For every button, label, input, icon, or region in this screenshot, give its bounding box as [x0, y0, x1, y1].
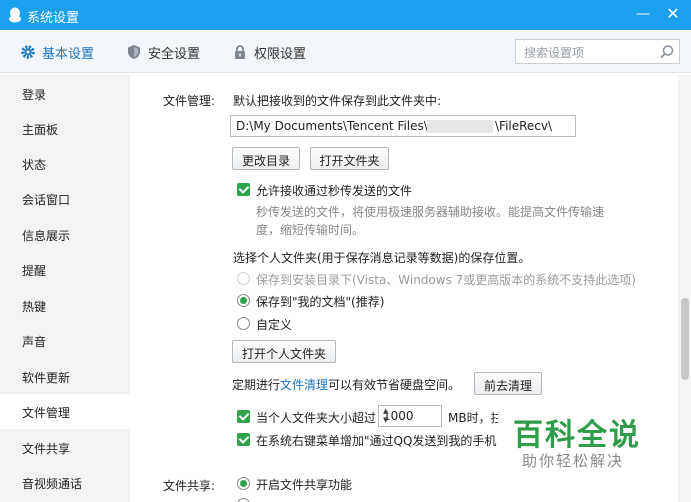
allow-flash-transfer-checkbox[interactable]: [237, 183, 250, 196]
cleanup-prefix: 定期进行: [232, 378, 281, 392]
file-cleanup-link[interactable]: 文件清理: [280, 378, 328, 392]
go-cleanup-button[interactable]: 前去清理: [474, 372, 542, 395]
sidebar-item-av-calls[interactable]: 音视频通话: [0, 465, 130, 500]
radio-custom-label: 自定义: [256, 318, 293, 332]
open-folder-button[interactable]: 打开文件夹: [310, 147, 389, 170]
qq-penguin-icon: [9, 7, 21, 23]
tab-label: 基本设置: [42, 47, 95, 62]
button-label: 打开个人文件夹: [241, 347, 326, 361]
stepper-up-icon[interactable]: ▲: [383, 407, 438, 415]
window-title: 系统设置: [27, 11, 80, 26]
save-folder-description: 默认把接收到的文件保存到此文件夹中:: [233, 94, 442, 108]
search-placeholder: 搜索设置项: [524, 46, 585, 60]
change-directory-button[interactable]: 更改目录: [232, 147, 300, 170]
settings-sidebar: 登录 主面板 状态 会话窗口 信息展示 提醒 热键 声音 软件更新 文件管理 文…: [0, 74, 130, 502]
settings-tab-bar: 基本设置 安全设置 权限设置 搜索设置项: [0, 30, 691, 73]
sidebar-item-label: 信息展示: [22, 229, 71, 243]
sidebar-item-main-panel[interactable]: 主面板: [0, 111, 130, 146]
radio-enable-file-sharing[interactable]: [237, 477, 250, 490]
minimize-button[interactable]: —: [634, 4, 652, 24]
watermark: 百科全说 助你轻松解决: [498, 402, 678, 482]
sidebar-item-label: 会话窗口: [22, 193, 71, 207]
sidebar-item-sound[interactable]: 声音: [0, 323, 130, 358]
button-label: 前去清理: [483, 379, 532, 393]
allow-flash-transfer-desc-2: 度，缩短传输时间。: [256, 223, 365, 237]
lock-icon: [235, 45, 245, 59]
sidebar-item-label: 文件管理: [22, 406, 71, 420]
sidebar-item-label: 登录: [22, 88, 47, 102]
radio-custom[interactable]: [237, 317, 250, 330]
sidebar-item-label: 提醒: [22, 264, 47, 278]
radio-my-documents[interactable]: [237, 294, 250, 307]
size-limit-label: 当个人文件夹大小超过: [256, 411, 377, 425]
radio-install-dir-label: 保存到安装目录下(Vista、Windows 7或更高版本的系统不支持此选项): [256, 273, 636, 287]
content-scrollbar-thumb[interactable]: [681, 298, 689, 380]
open-personal-folder-button[interactable]: 打开个人文件夹: [232, 340, 336, 363]
allow-flash-transfer-desc: 秒传发送的文件，将使用极速服务器辅助接收。能提高文件传输速: [256, 205, 605, 219]
sidebar-item-status[interactable]: 状态: [0, 146, 130, 181]
radio-install-dir: [237, 272, 250, 285]
gear-icon: [21, 45, 35, 59]
button-label: 打开文件夹: [319, 154, 380, 168]
sidebar-item-label: 文件共享: [22, 442, 71, 456]
close-button[interactable]: ✕: [664, 4, 682, 24]
context-menu-checkbox[interactable]: [237, 433, 250, 446]
save-path-field[interactable]: D:\My Documents\Tencent Files\ \FileRecv…: [230, 115, 576, 137]
sidebar-item-reminders[interactable]: 提醒: [0, 252, 130, 287]
button-label: 更改目录: [241, 154, 290, 168]
sidebar-item-label: 音视频通话: [22, 477, 83, 491]
radio-file-sharing-option-2[interactable]: [237, 498, 250, 502]
sidebar-item-file-management[interactable]: 文件管理: [0, 394, 130, 429]
radio-my-documents-label: 保存到"我的文档"(推荐): [256, 295, 385, 309]
allow-flash-transfer-label: 允许接收通过秒传发送的文件: [256, 184, 413, 198]
sidebar-item-info-display[interactable]: 信息展示: [0, 217, 130, 252]
personal-folder-title: 选择个人文件夹(用于保存消息记录等数据)的保存位置。: [233, 251, 531, 265]
tab-label: 权限设置: [254, 47, 307, 62]
context-menu-label: 在系统右键菜单增加"通过QQ发送到我的手机: [256, 434, 497, 448]
section-label-file-management: 文件管理:: [163, 94, 216, 108]
search-input[interactable]: 搜索设置项: [515, 39, 680, 64]
save-path-suffix: \FileRecv\: [495, 119, 553, 133]
sidebar-item-label: 软件更新: [22, 371, 71, 385]
sidebar-item-label: 声音: [22, 335, 47, 349]
sidebar-item-label: 状态: [22, 158, 47, 172]
size-limit-checkbox[interactable]: [237, 410, 250, 423]
cleanup-suffix: 可以有效节省硬盘空间。: [328, 378, 461, 392]
sidebar-item-chat-window[interactable]: 会话窗口: [0, 181, 130, 216]
save-path-prefix: D:\My Documents\Tencent Files\: [236, 119, 428, 133]
watermark-brand: 百科全说: [513, 418, 641, 453]
size-limit-unit: MB时，拄: [448, 411, 503, 425]
search-icon[interactable]: [659, 44, 675, 60]
sidebar-item-label: 主面板: [22, 123, 59, 137]
section-label-file-sharing: 文件共享:: [163, 479, 216, 493]
watermark-tagline: 助你轻松解决: [522, 452, 625, 470]
tab-label: 安全设置: [148, 47, 201, 62]
sidebar-item-file-sharing[interactable]: 文件共享: [0, 430, 130, 465]
size-limit-stepper[interactable]: 1000 ▲ ▼: [378, 405, 442, 427]
redacted-account: [427, 120, 493, 133]
sidebar-item-login[interactable]: 登录: [0, 76, 130, 111]
cleanup-hint: 定期进行文件清理可以有效节省硬盘空间。: [232, 376, 460, 393]
sidebar-item-software-update[interactable]: 软件更新: [0, 359, 130, 394]
title-bar: 系统设置 — ✕: [0, 0, 691, 30]
stepper-down-icon[interactable]: ▼: [383, 416, 438, 424]
shield-icon: [128, 45, 140, 59]
enable-file-sharing-label: 开启文件共享功能: [256, 478, 353, 492]
sidebar-item-hotkeys[interactable]: 热键: [0, 288, 130, 323]
sidebar-item-label: 热键: [22, 300, 47, 314]
content-scrollbar-track[interactable]: [678, 74, 691, 502]
